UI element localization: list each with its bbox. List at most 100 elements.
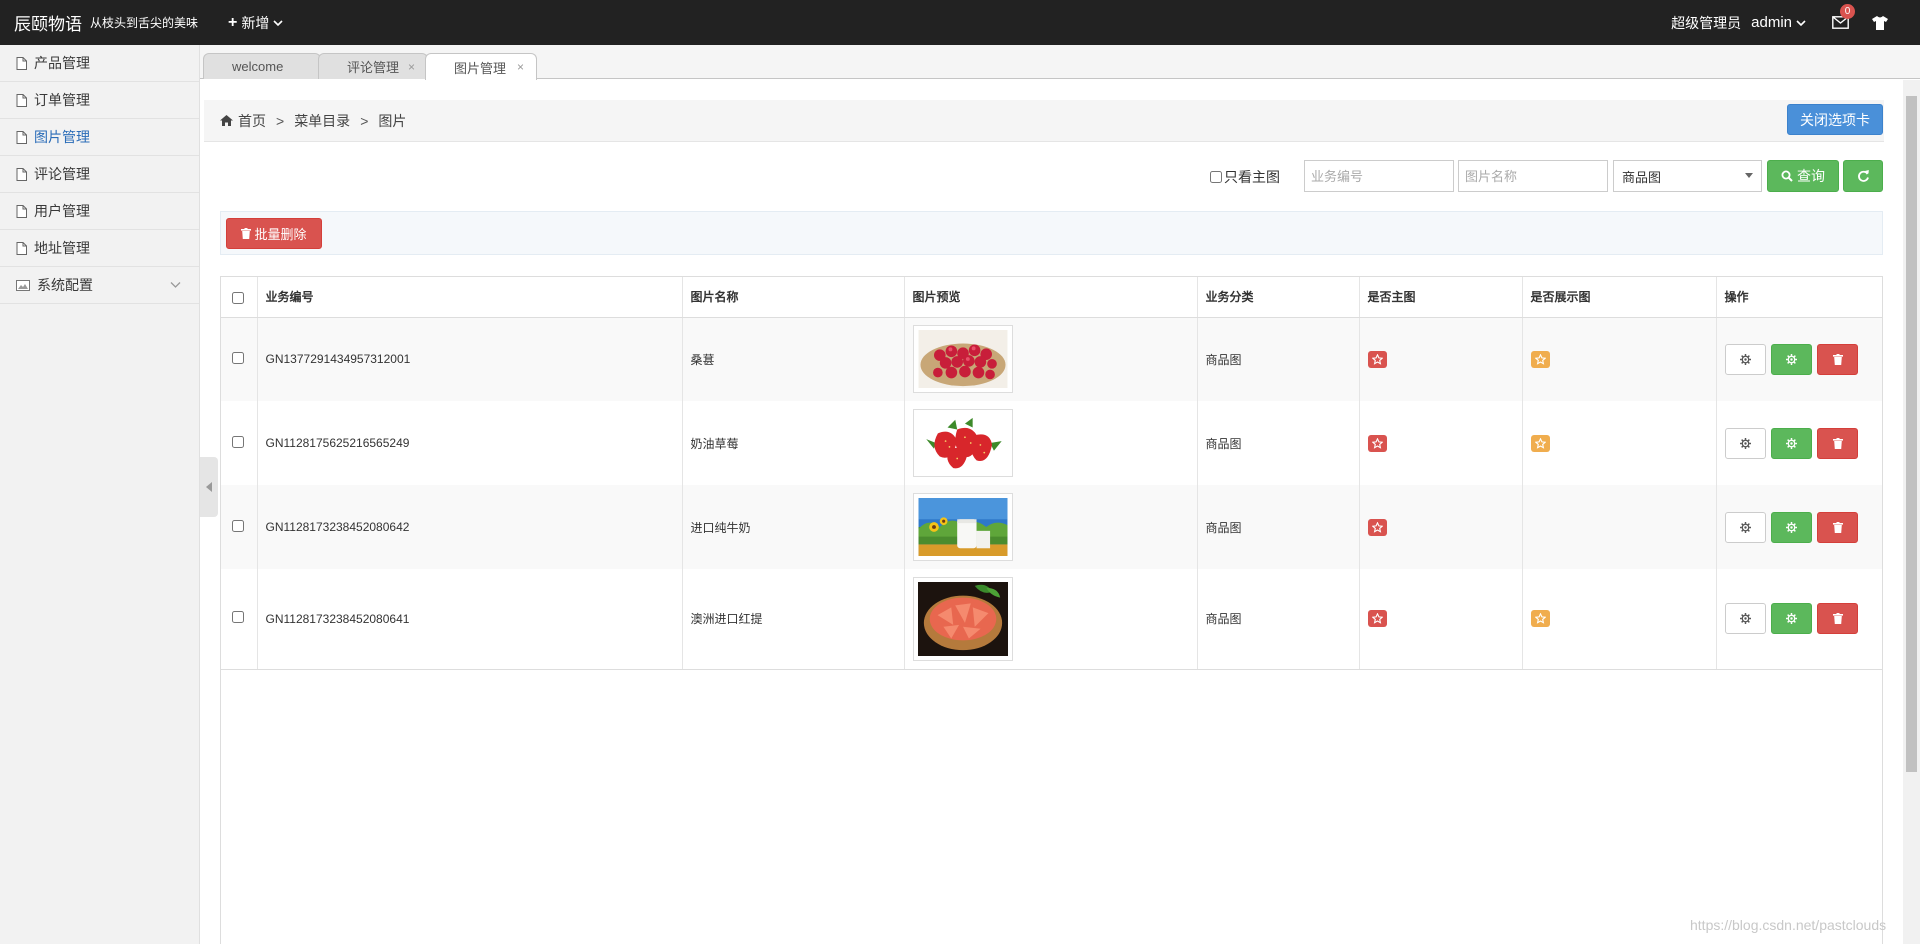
gear-icon [1739,521,1751,533]
main-only-checkbox[interactable] [1210,171,1222,183]
column-header[interactable]: 是否展示图 [1522,277,1717,318]
close-icon[interactable]: × [408,60,415,74]
edit-button[interactable] [1770,603,1812,635]
file-icon [16,56,27,70]
scrollbar-thumb[interactable] [1906,96,1917,772]
tab-label: welcome [232,59,284,74]
username: admin [1751,14,1792,31]
sidebar-item-comments[interactable]: 评论管理 [0,156,199,193]
column-header[interactable]: 图片预览 [904,277,1198,318]
breadcrumb-home[interactable]: 首页 [238,111,266,131]
close-tabs-button[interactable]: 关闭选项卡 [1787,104,1883,135]
preview-cell [904,569,1198,670]
table-header-row: 业务编号 图片名称 图片预览 业务分类 是否主图 是否展示图 操作 [221,277,1882,318]
tab-welcome[interactable]: welcome [203,53,321,79]
trash-icon [1832,353,1843,365]
scrollbar[interactable] [1903,80,1920,944]
main-only-label: 只看主图 [1224,169,1280,185]
breadcrumb-menu-dir[interactable]: 菜单目录 [294,111,350,131]
table-row[interactable]: GN1128173238452080642 进口纯牛奶 商品图 [221,485,1882,569]
settings-button[interactable] [1724,603,1766,635]
sidebar-item-orders[interactable]: 订单管理 [0,82,199,119]
edit-button[interactable] [1770,427,1812,459]
close-icon[interactable]: × [517,60,524,74]
star-icon[interactable] [1530,434,1550,452]
row-checkbox[interactable] [232,351,244,364]
breadcrumb: 首页 > 菜单目录 > 图片 [204,100,1884,142]
star-icon[interactable] [1367,610,1387,628]
raspberry-image [918,330,1007,389]
chevron-down-icon [1796,19,1806,26]
biz-no-input[interactable] [1304,160,1454,192]
table-row[interactable]: GN1128173238452080641 澳洲进口红提 商品图 [221,569,1882,670]
biz-no-cell: GN1128175625216565249 [257,401,683,485]
star-icon[interactable] [1367,350,1387,368]
sidebar-collapse-toggle[interactable] [200,457,218,517]
sidebar-item-products[interactable]: 产品管理 [0,45,199,82]
settings-button[interactable] [1724,427,1766,459]
brand-slogan: 从枝头到舌尖的美味 [90,16,199,30]
column-header[interactable]: 是否主图 [1359,277,1523,318]
milk-photo[interactable] [912,493,1013,561]
gear-icon [1785,437,1797,449]
row-select-cell [221,569,258,670]
delete-button[interactable] [1817,427,1859,459]
raspberry-photo[interactable] [912,325,1013,394]
add-new-menu[interactable]: + 新增 [228,13,283,33]
category-select[interactable]: 商品图 [1613,160,1762,192]
tab-images[interactable]: 图片管理 × [425,53,537,80]
select-all-checkbox[interactable] [232,292,244,305]
grapefruit-photo[interactable] [912,576,1013,661]
main-only-filter[interactable]: 只看主图 [1210,167,1280,187]
sidebar-item-addresses[interactable]: 地址管理 [0,230,199,267]
row-checkbox[interactable] [232,435,244,448]
edit-button[interactable] [1770,343,1812,375]
edit-button[interactable] [1770,511,1812,543]
table-row[interactable]: GN1128175625216565249 奶油草莓 商品图 [221,401,1882,485]
star-icon[interactable] [1367,434,1387,452]
strawberry-image [918,414,1007,472]
brand-title[interactable]: 辰颐物语 [14,10,82,35]
delete-button[interactable] [1817,511,1859,543]
sidebar-item-images[interactable]: 图片管理 [0,119,199,156]
user-menu[interactable]: admin [1751,14,1806,31]
table-row[interactable]: GN1377291434957312001 桑葚 商品图 [221,317,1882,401]
preview-cell [904,401,1198,485]
is-main-cell [1359,485,1523,569]
column-header[interactable]: 图片名称 [682,277,905,318]
delete-button[interactable] [1817,343,1859,375]
actions-cell [1716,317,1882,401]
star-icon[interactable] [1530,350,1550,368]
row-checkbox[interactable] [232,519,244,532]
sidebar-item-system-config[interactable]: 系统配置 [0,267,199,304]
trash-icon [1832,521,1843,533]
tshirt-icon [1872,15,1888,30]
row-checkbox[interactable] [232,611,244,624]
mail-button[interactable]: 0 [1830,3,1855,33]
batch-delete-button[interactable]: 批量删除 [226,218,322,249]
image-name-input[interactable] [1458,160,1608,192]
category-cell: 商品图 [1197,485,1360,569]
gear-icon [1739,353,1751,365]
theme-button[interactable] [1870,13,1890,33]
is-main-cell [1359,569,1523,670]
settings-button[interactable] [1724,511,1766,543]
refresh-button[interactable] [1843,160,1883,192]
column-header[interactable]: 操作 [1716,277,1882,318]
tab-comments[interactable]: 评论管理 × [318,53,428,79]
sidebar-item-label: 产品管理 [34,55,90,71]
search-button[interactable]: 查询 [1767,160,1839,192]
category-select-value: 商品图 [1622,169,1662,185]
column-header[interactable]: 业务编号 [257,277,683,318]
image-name-cell: 桑葚 [682,317,905,401]
column-header[interactable]: 业务分类 [1197,277,1360,318]
star-icon[interactable] [1530,610,1550,628]
file-icon [16,167,27,181]
star-icon[interactable] [1367,518,1387,536]
settings-button[interactable] [1724,343,1766,375]
delete-button[interactable] [1817,603,1859,635]
preview-cell [904,317,1198,401]
sidebar-item-users[interactable]: 用户管理 [0,193,199,230]
strawberry-photo[interactable] [912,409,1013,477]
tab-bar: welcome 评论管理 × 图片管理 × [200,45,1920,80]
